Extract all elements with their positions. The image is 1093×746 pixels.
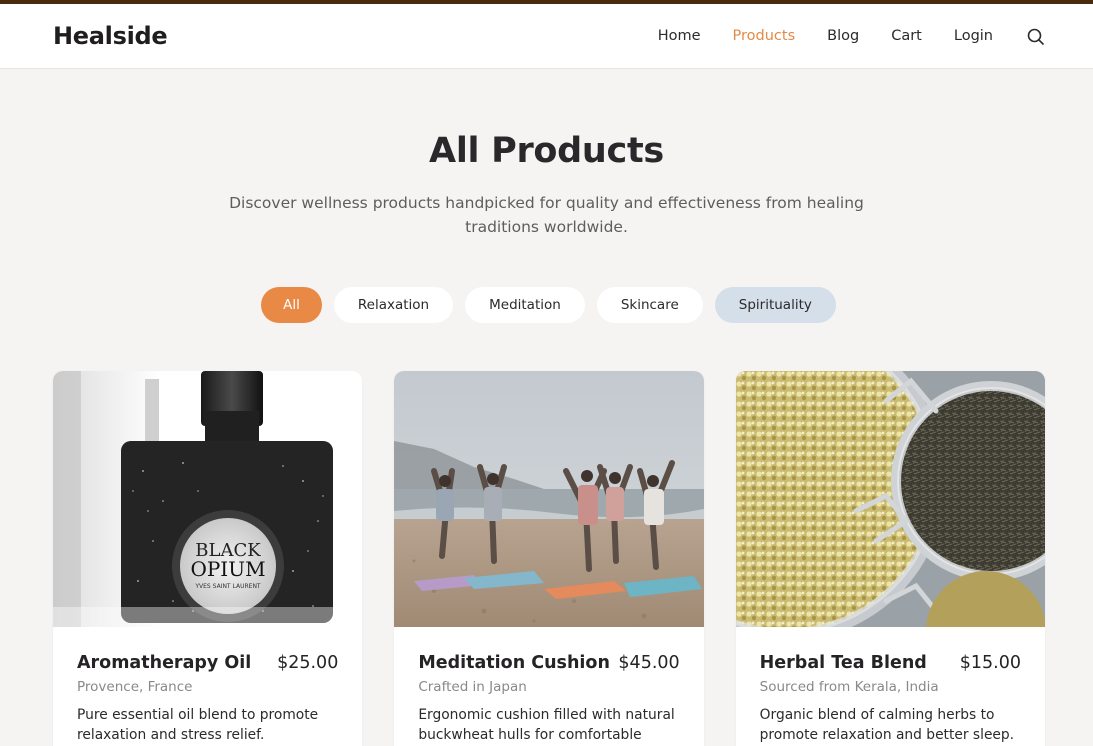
brand-logo[interactable]: Healside xyxy=(53,22,168,50)
product-name[interactable]: Aromatherapy Oil xyxy=(77,653,251,673)
product-name[interactable]: Herbal Tea Blend xyxy=(760,653,927,673)
main-nav: Home Products Blog Cart Login xyxy=(626,26,1045,46)
product-description: Organic blend of calming herbs to promot… xyxy=(759,707,1015,743)
nav-home[interactable]: Home xyxy=(658,28,701,44)
product-image-beach-yoga xyxy=(394,371,704,627)
product-price: $15.00 xyxy=(959,653,1021,673)
page-subtitle: Discover wellness products handpicked fo… xyxy=(229,194,864,236)
filter-meditation[interactable]: Meditation xyxy=(465,287,585,323)
perfume-label-line3: YVES SAINT LAURENT xyxy=(194,583,261,590)
filter-spirituality[interactable]: Spirituality xyxy=(714,287,836,323)
product-card[interactable]: BLACK OPIUM YVES SAINT LAURENT Aromather… xyxy=(53,371,363,746)
page-title: All Products xyxy=(429,131,664,171)
perfume-label-line2: OPIUM xyxy=(190,557,265,581)
product-price: $25.00 xyxy=(277,653,339,673)
product-name[interactable]: Meditation Cushion xyxy=(418,653,610,673)
nav-cart[interactable]: Cart xyxy=(891,28,922,44)
filter-skincare[interactable]: Skincare xyxy=(596,287,703,323)
search-icon xyxy=(1027,28,1044,45)
search-button[interactable] xyxy=(1025,26,1045,46)
product-card[interactable]: Herbal Tea Blend $15.00 Sourced from Ker… xyxy=(735,371,1045,746)
category-filters: All Relaxation Meditation Skincare Spiri… xyxy=(0,287,1093,323)
filter-all[interactable]: All xyxy=(261,287,322,323)
product-card[interactable]: Meditation Cushion $45.00 Crafted in Jap… xyxy=(394,371,704,746)
nav-products[interactable]: Products xyxy=(733,28,796,44)
product-origin: Provence, France xyxy=(77,679,193,695)
filter-relaxation[interactable]: Relaxation xyxy=(333,287,454,323)
product-origin: Crafted in Japan xyxy=(418,679,527,695)
nav-login[interactable]: Login xyxy=(954,28,993,44)
product-description: Pure essential oil blend to promote rela… xyxy=(77,707,319,743)
hero-section: All Products Discover wellness products … xyxy=(0,69,1093,239)
product-image-tea-jars xyxy=(735,371,1045,627)
site-header: Healside Home Products Blog Cart Login xyxy=(0,4,1093,69)
product-image-perfume: BLACK OPIUM YVES SAINT LAURENT xyxy=(53,371,363,627)
nav-blog[interactable]: Blog xyxy=(827,28,859,44)
product-description: Ergonomic cushion filled with natural bu… xyxy=(418,707,675,743)
product-grid: BLACK OPIUM YVES SAINT LAURENT Aromather… xyxy=(0,323,1093,746)
product-price: $45.00 xyxy=(618,653,680,673)
product-origin: Sourced from Kerala, India xyxy=(759,679,939,695)
